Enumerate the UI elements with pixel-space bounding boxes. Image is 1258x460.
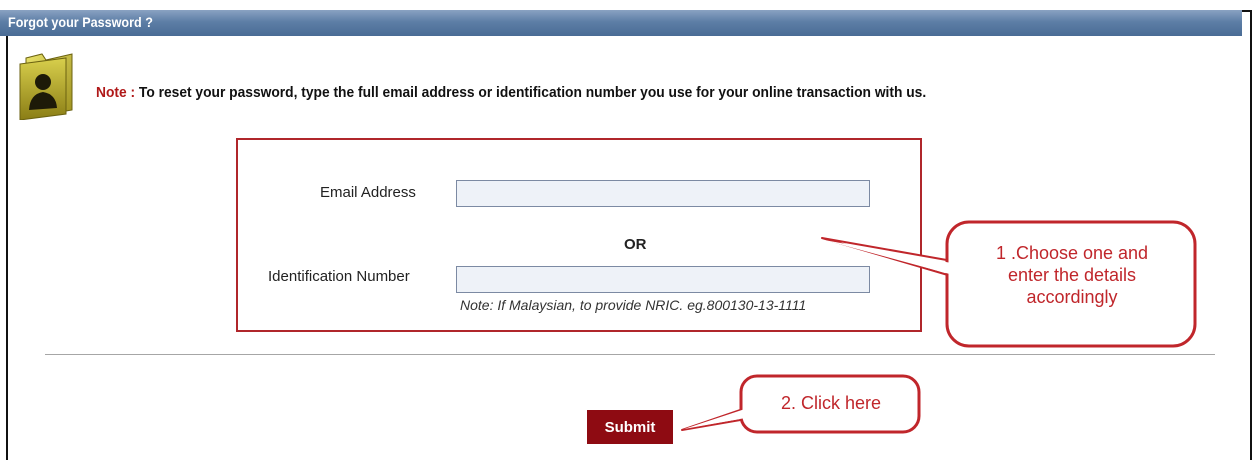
callout-two-text: 2. Click here [780, 393, 882, 413]
callout-one-text: 1 .Choose one and enter the details acco… [952, 242, 1192, 308]
callout-one-line-1: 1 .Choose one and [995, 243, 1149, 263]
submit-button[interactable]: Submit [587, 410, 673, 444]
email-label: Email Address [320, 184, 416, 201]
section-title: Forgot your Password ? [8, 14, 153, 30]
note-label: Note : [96, 84, 136, 101]
user-folder-icon [19, 53, 73, 120]
or-separator: OR [624, 236, 647, 253]
email-input[interactable] [456, 180, 870, 207]
form-highlight-box: Email Address OR Identification Number N… [236, 138, 922, 332]
divider-line [45, 354, 1215, 355]
nric-hint: Note: If Malaysian, to provide NRIC. eg.… [460, 297, 807, 313]
note-text: To reset your password, type the full em… [135, 84, 927, 101]
identification-input[interactable] [456, 266, 870, 293]
instruction-note: Note : To reset your password, type the … [96, 84, 926, 101]
callout-one-line-3: accordingly [1026, 287, 1118, 307]
callout-one-line-2: enter the details [1007, 265, 1137, 285]
identification-label: Identification Number [268, 268, 410, 285]
section-header: Forgot your Password ? [0, 10, 1242, 36]
